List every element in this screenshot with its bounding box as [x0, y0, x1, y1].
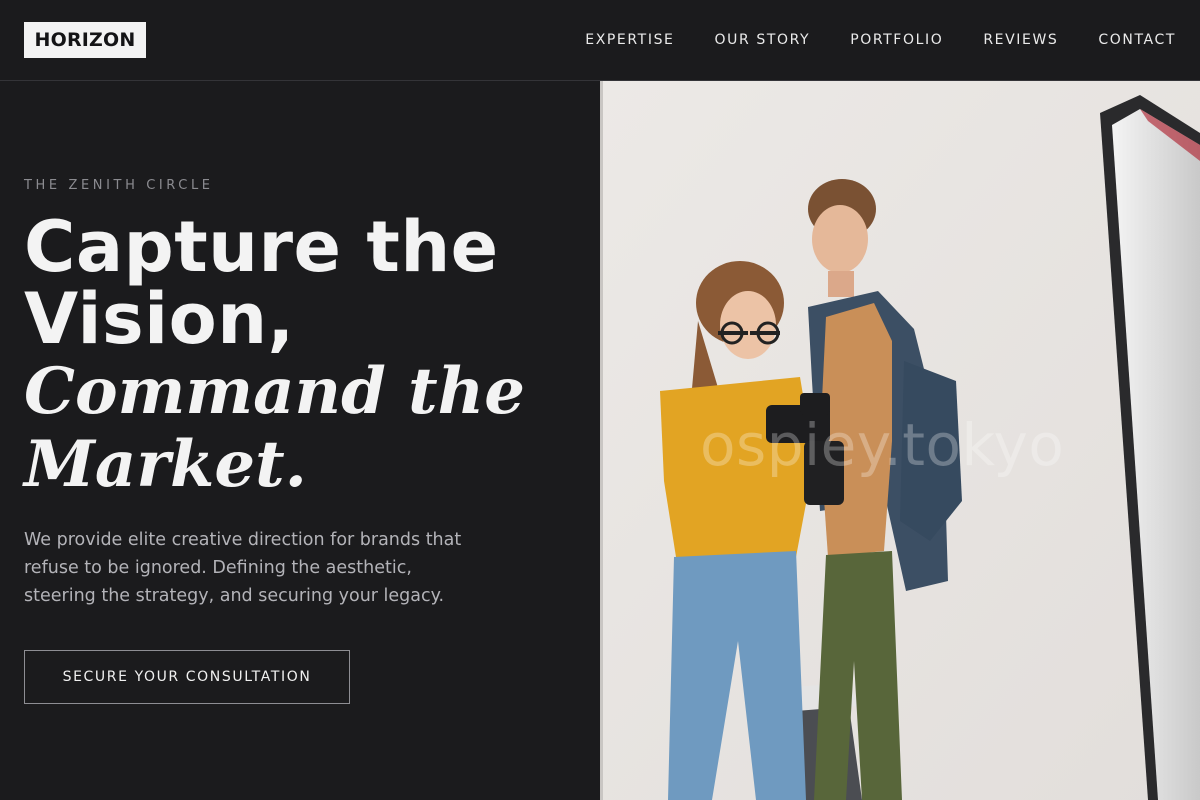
headline-line-3: Command the	[24, 354, 525, 429]
main-nav: EXPERTISE OUR STORY PORTFOLIO REVIEWS CO…	[585, 30, 1176, 50]
headline-line-2: Vision,	[24, 278, 295, 360]
logo[interactable]: HORIZON	[24, 22, 146, 58]
nav-link-portfolio[interactable]: PORTFOLIO	[850, 30, 943, 50]
hero-intro: We provide elite creative direction for …	[24, 530, 462, 606]
nav-link-contact[interactable]: CONTACT	[1098, 30, 1176, 50]
hero-photo: ospiey.tokyo	[600, 81, 1200, 800]
consultation-button[interactable]: SECURE YOUR CONSULTATION	[24, 650, 350, 704]
nav-link-reviews[interactable]: REVIEWS	[983, 30, 1058, 50]
hero-eyebrow: THE ZENITH CIRCLE	[24, 178, 214, 193]
hero-text-panel: THE ZENITH CIRCLE Capture the Vision, Co…	[0, 81, 600, 800]
nav-link-our-story[interactable]: OUR STORY	[715, 30, 811, 50]
nav-link-expertise[interactable]: EXPERTISE	[585, 30, 674, 50]
headline-line-1: Capture the	[24, 206, 499, 288]
hero-headline: Capture the Vision, Command the Market.	[24, 211, 584, 501]
watermark: ospiey.tokyo	[700, 411, 1065, 479]
headline-line-4: Market.	[24, 427, 307, 502]
site-header: HORIZON EXPERTISE OUR STORY PORTFOLIO RE…	[0, 0, 1200, 81]
